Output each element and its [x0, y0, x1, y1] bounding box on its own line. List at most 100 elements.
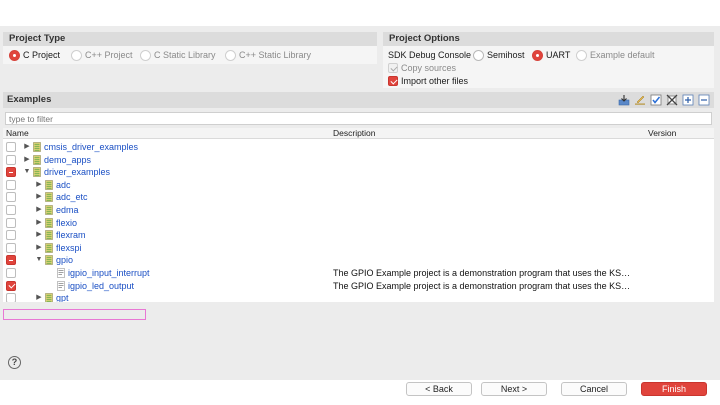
- row-checkbox[interactable]: [6, 179, 16, 190]
- expand-all-icon[interactable]: [682, 94, 694, 106]
- import-other-files-label: Import other files: [401, 76, 469, 86]
- radio-label: Semihost: [487, 50, 525, 60]
- expanded-twisty-icon[interactable]: ▼: [23, 167, 31, 177]
- copy-sources-label: Copy sources: [401, 63, 457, 73]
- row-checkbox-partial[interactable]: [6, 167, 16, 178]
- row-checkbox[interactable]: [6, 230, 16, 241]
- radio-label: C++ Project: [85, 50, 133, 60]
- collapsed-twisty-icon[interactable]: ▶: [35, 205, 43, 215]
- help-button[interactable]: ?: [8, 356, 21, 369]
- row-name: flexram: [56, 230, 86, 241]
- row-checkbox[interactable]: [6, 268, 16, 278]
- collapsed-twisty-icon[interactable]: ▶: [35, 230, 43, 240]
- folder-icon: [45, 217, 53, 228]
- row-checkbox[interactable]: [6, 217, 16, 228]
- new-project-wizard-dialog: Project Type C Project C++ Project C Sta…: [0, 26, 720, 396]
- filter-input[interactable]: [5, 112, 712, 125]
- collapsed-twisty-icon[interactable]: ▶: [35, 218, 43, 228]
- row-name: adc_etc: [56, 192, 88, 203]
- table-row[interactable]: ▶ edma: [3, 204, 714, 217]
- folder-icon: [33, 142, 41, 152]
- radio-c-project[interactable]: C Project: [9, 49, 60, 61]
- row-checkbox-partial[interactable]: [6, 255, 16, 266]
- folder-icon: [45, 192, 53, 203]
- row-name: cmsis_driver_examples: [44, 142, 139, 152]
- row-checkbox[interactable]: [6, 293, 16, 302]
- table-header: Name Description Version: [3, 128, 714, 139]
- select-all-icon[interactable]: [650, 94, 662, 106]
- table-row[interactable]: ▶ cmsis_driver_examples: [3, 141, 714, 154]
- collapsed-twisty-icon[interactable]: ▶: [23, 142, 31, 152]
- table-row[interactable]: ▶ flexspi: [3, 242, 714, 255]
- column-header-version[interactable]: Version: [648, 128, 676, 139]
- examples-title: Examples: [7, 94, 52, 105]
- table-row[interactable]: igpio_led_output The GPIO Example project…: [3, 280, 714, 293]
- folder-icon: [45, 179, 53, 190]
- table-row[interactable]: ▶ adc_etc: [3, 191, 714, 204]
- row-checkbox[interactable]: [6, 192, 16, 203]
- radio-uart[interactable]: UART: [532, 49, 570, 61]
- row-checkbox-checked[interactable]: [6, 280, 16, 291]
- column-header-name[interactable]: Name: [6, 128, 29, 139]
- table-row[interactable]: ▶ flexio: [3, 217, 714, 230]
- radio-empty-icon: [71, 49, 82, 61]
- table-row[interactable]: ▶ gpt: [3, 292, 714, 302]
- project-icon: [57, 268, 65, 278]
- folder-icon: [45, 205, 53, 215]
- row-name: flexspi: [56, 242, 82, 253]
- collapsed-twisty-icon[interactable]: ▶: [35, 180, 43, 190]
- row-name: driver_examples: [44, 167, 111, 178]
- radio-cpp-static-library[interactable]: C++ Static Library: [225, 49, 311, 61]
- back-button[interactable]: < Back: [406, 382, 472, 396]
- table-row[interactable]: ▶ adc: [3, 179, 714, 192]
- radio-example-default[interactable]: Example default: [576, 49, 655, 61]
- folder-icon: [45, 293, 53, 302]
- project-options-header: Project Options: [383, 32, 714, 46]
- row-checkbox[interactable]: [6, 205, 16, 215]
- import-icon[interactable]: [618, 94, 630, 106]
- radio-empty-icon: [225, 49, 236, 61]
- radio-semihost[interactable]: Semihost: [473, 49, 525, 61]
- deselect-all-icon[interactable]: [666, 94, 678, 106]
- radio-selected-icon: [532, 49, 543, 61]
- table-row[interactable]: ▼ gpio: [3, 254, 714, 267]
- examples-header: Examples: [3, 92, 714, 108]
- collapsed-twisty-icon[interactable]: ▶: [35, 192, 43, 202]
- checkbox-disabled-checked-icon: [388, 63, 398, 73]
- next-button[interactable]: Next >: [481, 382, 547, 396]
- row-description: The GPIO Example project is a demonstrat…: [333, 280, 631, 291]
- table-row[interactable]: ▼ driver_examples: [3, 166, 714, 179]
- folder-icon: [33, 154, 41, 165]
- row-name: igpio_input_interrupt: [68, 268, 150, 278]
- row-name: edma: [56, 205, 79, 215]
- table-row[interactable]: ▶ flexram: [3, 229, 714, 242]
- table-row[interactable]: igpio_input_interrupt The GPIO Example pr…: [3, 267, 714, 280]
- table-row[interactable]: ▶ demo_apps: [3, 154, 714, 167]
- collapsed-twisty-icon[interactable]: ▶: [23, 155, 31, 165]
- checkbox-checked-icon: [388, 76, 398, 86]
- cancel-button[interactable]: Cancel: [561, 382, 627, 396]
- row-checkbox[interactable]: [6, 154, 16, 165]
- edit-icon[interactable]: [634, 94, 646, 106]
- row-checkbox[interactable]: [6, 142, 16, 152]
- expanded-twisty-icon[interactable]: ▼: [35, 255, 43, 265]
- collapse-all-icon[interactable]: [698, 94, 710, 106]
- radio-empty-icon: [473, 49, 484, 61]
- import-other-files-checkbox[interactable]: Import other files: [388, 75, 468, 87]
- radio-empty-icon: [140, 49, 151, 61]
- radio-c-static-library[interactable]: C Static Library: [140, 49, 216, 61]
- row-name: igpio_led_output: [68, 280, 135, 291]
- folder-icon: [45, 230, 53, 240]
- copy-sources-checkbox[interactable]: Copy sources: [388, 62, 456, 74]
- collapsed-twisty-icon[interactable]: ▶: [35, 243, 43, 253]
- collapsed-twisty-icon[interactable]: ▶: [35, 293, 43, 302]
- radio-empty-icon: [576, 49, 587, 61]
- row-checkbox[interactable]: [6, 242, 16, 253]
- finish-button[interactable]: Finish: [641, 382, 707, 396]
- column-header-description[interactable]: Description: [333, 128, 376, 139]
- radio-cpp-project[interactable]: C++ Project: [71, 49, 133, 61]
- project-options-panel: SDK Debug Console Semihost UART Example …: [383, 46, 714, 88]
- row-name: flexio: [56, 217, 78, 228]
- row-name: adc: [56, 179, 71, 190]
- row-description: The GPIO Example project is a demonstrat…: [333, 268, 631, 278]
